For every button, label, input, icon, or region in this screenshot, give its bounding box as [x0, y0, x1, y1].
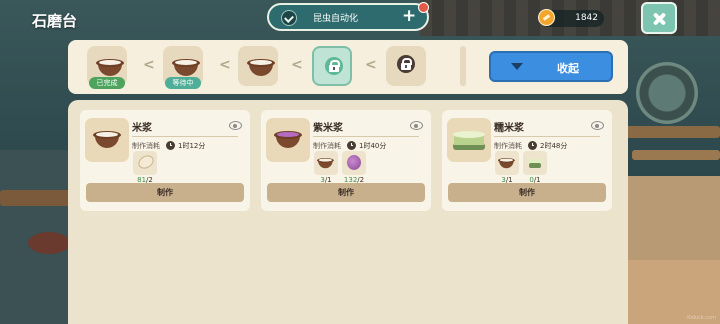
- glutinous-leaf-icon: [528, 157, 542, 169]
- recipe-panel: 米浆 制作消耗 1时12分 81/2 制作 紫米浆 制作消耗 1时40分 3/1: [68, 100, 628, 324]
- divider: [132, 136, 238, 137]
- bowl-icon: [96, 59, 124, 77]
- divider: [313, 136, 419, 137]
- queue-slot-unlock[interactable]: [312, 46, 352, 86]
- currency-display: 1842: [538, 9, 604, 27]
- cost-label: 制作消耗: [494, 142, 522, 150]
- cost-label: 制作消耗: [132, 142, 160, 150]
- notification-dot: [418, 2, 429, 13]
- clock-icon: [166, 141, 175, 150]
- collapse-label: 收起: [557, 62, 579, 75]
- eye-icon[interactable]: [410, 121, 423, 130]
- ingredient-slot[interactable]: [495, 151, 519, 175]
- status-badge-done: 已完成: [89, 77, 125, 89]
- recipe-card-purple-rice-paste: 紫米浆 制作消耗 1时40分 3/1 132/2 制作: [261, 110, 431, 211]
- recipe-thumbnail: [447, 118, 491, 162]
- close-button[interactable]: [641, 2, 677, 34]
- craft-button[interactable]: 制作: [448, 183, 606, 202]
- craft-button[interactable]: 制作: [86, 183, 244, 202]
- insect-automation-button[interactable]: 昆虫自动化 +: [267, 3, 429, 31]
- eye-icon[interactable]: [591, 121, 604, 130]
- eye-icon[interactable]: [229, 121, 242, 130]
- steamer-icon: [453, 131, 485, 151]
- automation-label: 昆虫自动化: [313, 14, 359, 24]
- recipe-thumbnail: [85, 118, 129, 162]
- lock-icon: [397, 55, 415, 73]
- recipe-name: 紫米浆: [313, 123, 343, 134]
- watermark: Kiduck.com: [687, 315, 716, 321]
- clock-icon: [528, 141, 537, 150]
- queue-slot-locked[interactable]: [386, 46, 426, 86]
- chevron-left-icon: <: [143, 57, 155, 73]
- divider: [494, 136, 600, 137]
- page-title: 石磨台: [32, 12, 78, 30]
- craft-button[interactable]: 制作: [267, 183, 425, 202]
- purple-taro-icon: [347, 155, 361, 170]
- purple-rice-paste-icon: [274, 131, 302, 149]
- queue-slot-queued[interactable]: [238, 46, 278, 86]
- ingredient-slot[interactable]: [314, 151, 338, 175]
- cost-label: 制作消耗: [313, 142, 341, 150]
- pipe: [620, 126, 720, 138]
- rice-paste-icon: [498, 158, 515, 169]
- recipe-card-glutinous-rice-paste: 糯米浆 制作消耗 2时48分 3/1 0/1 制作: [442, 110, 612, 211]
- chevron-left-icon: <: [219, 57, 231, 73]
- chevron-left-icon: <: [365, 57, 377, 73]
- stool: [28, 232, 70, 254]
- ingredient-slot[interactable]: [342, 151, 366, 175]
- ingredient-slot[interactable]: [133, 151, 157, 175]
- plus-icon: +: [402, 6, 417, 26]
- clock-icon: [347, 141, 356, 150]
- bowl-icon: [247, 59, 275, 77]
- status-badge-waiting: 等待中: [165, 77, 201, 89]
- recipe-card-rice-paste: 米浆 制作消耗 1时12分 81/2 制作: [80, 110, 250, 211]
- insect-icon: [281, 10, 297, 26]
- collapse-button[interactable]: 收起: [489, 51, 613, 82]
- triangle-down-icon: [511, 63, 523, 70]
- recipe-thumbnail: [266, 118, 310, 162]
- coin-icon: [538, 9, 555, 26]
- craft-time: 1时12分: [178, 142, 206, 150]
- chevron-left-icon: <: [291, 57, 303, 73]
- recipe-name: 糯米浆: [494, 123, 524, 134]
- rice-grain-icon: [136, 152, 156, 172]
- unlock-icon: [325, 57, 343, 75]
- machine-wheel: [636, 62, 698, 124]
- craft-time: 2时48分: [540, 142, 568, 150]
- rice-paste-icon: [317, 158, 334, 169]
- craft-time: 1时40分: [359, 142, 387, 150]
- queue-slot-partial: [460, 46, 466, 86]
- bowl-icon: [172, 59, 200, 77]
- pipe: [632, 150, 720, 160]
- currency-amount: 1842: [575, 13, 598, 23]
- rice-paste-icon: [93, 131, 121, 149]
- recipe-name: 米浆: [132, 123, 152, 134]
- ingredient-slot[interactable]: [523, 151, 547, 175]
